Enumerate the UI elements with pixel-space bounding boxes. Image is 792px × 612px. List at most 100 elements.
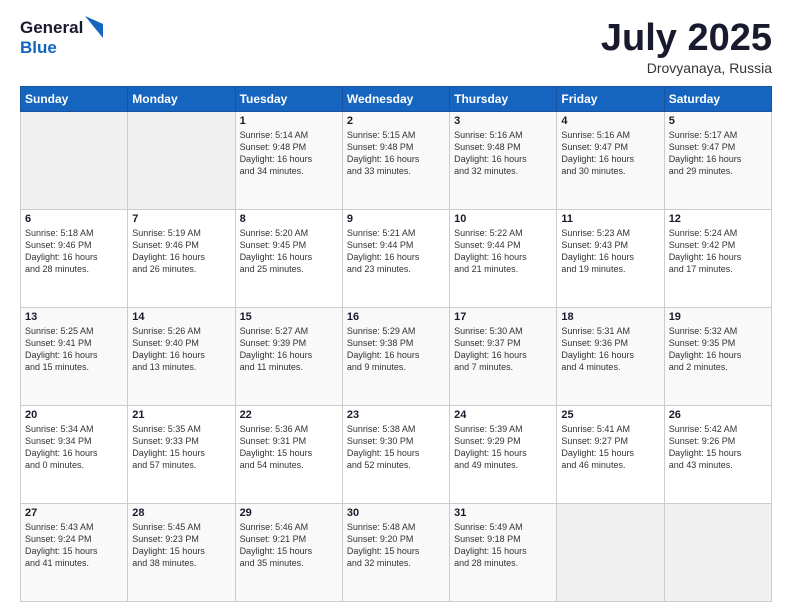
- cell-content: Sunrise: 5:31 AM Sunset: 9:36 PM Dayligh…: [561, 325, 659, 374]
- logo-general: General: [20, 18, 83, 38]
- cell-content: Sunrise: 5:43 AM Sunset: 9:24 PM Dayligh…: [25, 521, 123, 570]
- calendar-cell: 9 Sunrise: 5:21 AM Sunset: 9:44 PM Daylig…: [342, 209, 449, 307]
- day-number: 22: [240, 409, 338, 421]
- day-number: 3: [454, 115, 552, 127]
- cell-content: Sunrise: 5:46 AM Sunset: 9:21 PM Dayligh…: [240, 521, 338, 570]
- day-number: 11: [561, 213, 659, 225]
- day-number: 26: [669, 409, 767, 421]
- calendar-cell: 3 Sunrise: 5:16 AM Sunset: 9:48 PM Daylig…: [450, 111, 557, 209]
- day-number: 24: [454, 409, 552, 421]
- calendar-cell: 26 Sunrise: 5:42 AM Sunset: 9:26 PM Dayli…: [664, 405, 771, 503]
- cell-content: Sunrise: 5:29 AM Sunset: 9:38 PM Dayligh…: [347, 325, 445, 374]
- calendar-cell: 29 Sunrise: 5:46 AM Sunset: 9:21 PM Dayli…: [235, 503, 342, 601]
- cell-content: Sunrise: 5:16 AM Sunset: 9:48 PM Dayligh…: [454, 129, 552, 178]
- cell-content: Sunrise: 5:25 AM Sunset: 9:41 PM Dayligh…: [25, 325, 123, 374]
- cell-content: Sunrise: 5:20 AM Sunset: 9:45 PM Dayligh…: [240, 227, 338, 276]
- cell-content: Sunrise: 5:34 AM Sunset: 9:34 PM Dayligh…: [25, 423, 123, 472]
- day-number: 9: [347, 213, 445, 225]
- logo-blue: Blue: [20, 38, 103, 58]
- cell-content: Sunrise: 5:42 AM Sunset: 9:26 PM Dayligh…: [669, 423, 767, 472]
- day-number: 7: [132, 213, 230, 225]
- day-number: 29: [240, 507, 338, 519]
- day-number: 1: [240, 115, 338, 127]
- calendar-cell: 23 Sunrise: 5:38 AM Sunset: 9:30 PM Dayli…: [342, 405, 449, 503]
- month-title: July 2025: [601, 18, 772, 60]
- title-block: July 2025 Drovyanaya, Russia: [601, 18, 772, 76]
- calendar-cell: 20 Sunrise: 5:34 AM Sunset: 9:34 PM Dayli…: [21, 405, 128, 503]
- day-number: 25: [561, 409, 659, 421]
- day-header-sunday: Sunday: [21, 86, 128, 111]
- header: General Blue July 2025 Drovyanaya, Russi…: [20, 18, 772, 76]
- cell-content: Sunrise: 5:32 AM Sunset: 9:35 PM Dayligh…: [669, 325, 767, 374]
- cell-content: Sunrise: 5:41 AM Sunset: 9:27 PM Dayligh…: [561, 423, 659, 472]
- calendar-cell: 2Sunrise: 5:15 AM Sunset: 9:48 PM Daylig…: [342, 111, 449, 209]
- cell-content: Sunrise: 5:26 AM Sunset: 9:40 PM Dayligh…: [132, 325, 230, 374]
- day-number: 30: [347, 507, 445, 519]
- day-number: 12: [669, 213, 767, 225]
- calendar-cell: 14 Sunrise: 5:26 AM Sunset: 9:40 PM Dayli…: [128, 307, 235, 405]
- cell-content: Sunrise: 5:22 AM Sunset: 9:44 PM Dayligh…: [454, 227, 552, 276]
- logo-icon: [85, 16, 103, 38]
- cell-content: Sunrise: 5:39 AM Sunset: 9:29 PM Dayligh…: [454, 423, 552, 472]
- calendar-cell: 11 Sunrise: 5:23 AM Sunset: 9:43 PM Dayli…: [557, 209, 664, 307]
- day-number: 31: [454, 507, 552, 519]
- calendar-cell: 25 Sunrise: 5:41 AM Sunset: 9:27 PM Dayli…: [557, 405, 664, 503]
- day-number: 27: [25, 507, 123, 519]
- day-number: 21: [132, 409, 230, 421]
- cell-content: Sunrise: 5:36 AM Sunset: 9:31 PM Dayligh…: [240, 423, 338, 472]
- calendar-cell: 15Sunrise: 5:27 AM Sunset: 9:39 PM Dayli…: [235, 307, 342, 405]
- calendar-cell: 31 Sunrise: 5:49 AM Sunset: 9:18 PM Dayli…: [450, 503, 557, 601]
- calendar-cell: 28Sunrise: 5:45 AM Sunset: 9:23 PM Dayli…: [128, 503, 235, 601]
- cell-content: Sunrise: 5:19 AM Sunset: 9:46 PM Dayligh…: [132, 227, 230, 276]
- calendar-cell: 30Sunrise: 5:48 AM Sunset: 9:20 PM Dayli…: [342, 503, 449, 601]
- calendar-cell: [664, 503, 771, 601]
- day-number: 8: [240, 213, 338, 225]
- page: General Blue July 2025 Drovyanaya, Russi…: [0, 0, 792, 612]
- day-number: 15: [240, 311, 338, 323]
- day-number: 16: [347, 311, 445, 323]
- week-row-1: 1 Sunrise: 5:14 AM Sunset: 9:48 PM Daylig…: [21, 111, 772, 209]
- cell-content: Sunrise: 5:16 AM Sunset: 9:47 PM Dayligh…: [561, 129, 659, 178]
- location: Drovyanaya, Russia: [601, 60, 772, 76]
- day-number: 17: [454, 311, 552, 323]
- calendar-cell: 16 Sunrise: 5:29 AM Sunset: 9:38 PM Dayli…: [342, 307, 449, 405]
- calendar-cell: 22 Sunrise: 5:36 AM Sunset: 9:31 PM Dayli…: [235, 405, 342, 503]
- calendar-cell: [21, 111, 128, 209]
- calendar-cell: 27 Sunrise: 5:43 AM Sunset: 9:24 PM Dayli…: [21, 503, 128, 601]
- calendar-cell: 18Sunrise: 5:31 AM Sunset: 9:36 PM Dayli…: [557, 307, 664, 405]
- calendar-cell: 21 Sunrise: 5:35 AM Sunset: 9:33 PM Dayli…: [128, 405, 235, 503]
- calendar-cell: 6 Sunrise: 5:18 AM Sunset: 9:46 PM Daylig…: [21, 209, 128, 307]
- cell-content: Sunrise: 5:14 AM Sunset: 9:48 PM Dayligh…: [240, 129, 338, 178]
- calendar-cell: 12 Sunrise: 5:24 AM Sunset: 9:42 PM Dayli…: [664, 209, 771, 307]
- day-number: 5: [669, 115, 767, 127]
- calendar-cell: 19 Sunrise: 5:32 AM Sunset: 9:35 PM Dayli…: [664, 307, 771, 405]
- day-number: 20: [25, 409, 123, 421]
- calendar-cell: 7 Sunrise: 5:19 AM Sunset: 9:46 PM Daylig…: [128, 209, 235, 307]
- week-row-4: 20 Sunrise: 5:34 AM Sunset: 9:34 PM Dayli…: [21, 405, 772, 503]
- cell-content: Sunrise: 5:18 AM Sunset: 9:46 PM Dayligh…: [25, 227, 123, 276]
- day-number: 23: [347, 409, 445, 421]
- day-header-friday: Friday: [557, 86, 664, 111]
- day-header-thursday: Thursday: [450, 86, 557, 111]
- calendar-cell: [128, 111, 235, 209]
- cell-content: Sunrise: 5:23 AM Sunset: 9:43 PM Dayligh…: [561, 227, 659, 276]
- cell-content: Sunrise: 5:35 AM Sunset: 9:33 PM Dayligh…: [132, 423, 230, 472]
- day-header-monday: Monday: [128, 86, 235, 111]
- day-number: 6: [25, 213, 123, 225]
- day-number: 19: [669, 311, 767, 323]
- day-header-wednesday: Wednesday: [342, 86, 449, 111]
- calendar-cell: 17Sunrise: 5:30 AM Sunset: 9:37 PM Dayli…: [450, 307, 557, 405]
- logo: General Blue: [20, 18, 103, 58]
- cell-content: Sunrise: 5:49 AM Sunset: 9:18 PM Dayligh…: [454, 521, 552, 570]
- week-row-3: 13 Sunrise: 5:25 AM Sunset: 9:41 PM Dayli…: [21, 307, 772, 405]
- day-number: 4: [561, 115, 659, 127]
- day-number: 14: [132, 311, 230, 323]
- day-number: 28: [132, 507, 230, 519]
- cell-content: Sunrise: 5:38 AM Sunset: 9:30 PM Dayligh…: [347, 423, 445, 472]
- cell-content: Sunrise: 5:24 AM Sunset: 9:42 PM Dayligh…: [669, 227, 767, 276]
- calendar-cell: 24 Sunrise: 5:39 AM Sunset: 9:29 PM Dayli…: [450, 405, 557, 503]
- day-number: 10: [454, 213, 552, 225]
- cell-content: Sunrise: 5:21 AM Sunset: 9:44 PM Dayligh…: [347, 227, 445, 276]
- calendar-cell: 1 Sunrise: 5:14 AM Sunset: 9:48 PM Daylig…: [235, 111, 342, 209]
- day-number: 13: [25, 311, 123, 323]
